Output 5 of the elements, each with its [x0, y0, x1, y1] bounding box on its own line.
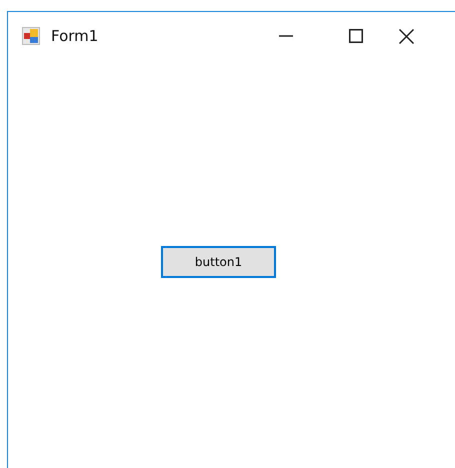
form-icon [22, 27, 40, 45]
window-title: Form1 [51, 27, 98, 45]
button1-button[interactable]: button1 [161, 246, 276, 278]
maximize-icon [349, 29, 363, 43]
close-icon [399, 28, 414, 44]
